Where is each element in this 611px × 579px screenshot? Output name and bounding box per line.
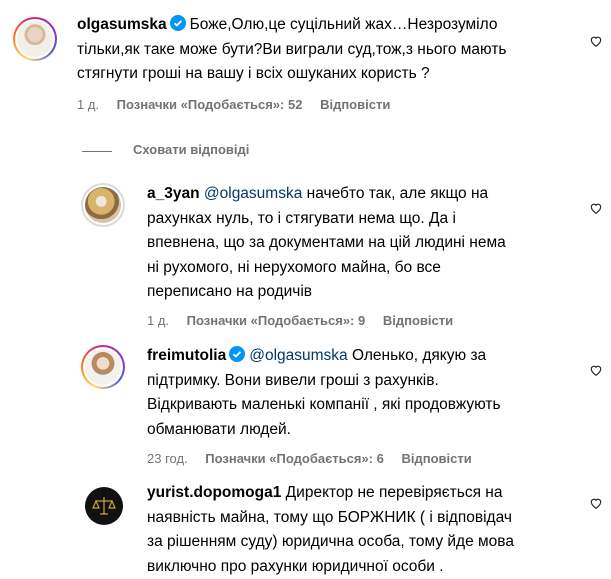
avatar (17, 21, 53, 57)
divider (82, 151, 112, 152)
comment-text: стягнути гроші на вашу і всіх ошуканих к… (77, 65, 430, 82)
heart-icon[interactable] (589, 363, 603, 377)
comment-text: Відкривають маленькі компанії , які прод… (147, 396, 501, 413)
comment-text: обманювати людей. (147, 420, 291, 438)
heart-icon[interactable] (589, 34, 603, 48)
comment-username[interactable]: freimutolia (147, 347, 226, 364)
comment-text: Директор не перевіряється на (285, 484, 503, 501)
mention-link[interactable]: @olgasumska (249, 347, 347, 364)
comment-username[interactable]: a_3yan (147, 185, 200, 202)
likes-count[interactable]: Позначки «Подобається»: 52 (117, 97, 303, 112)
heart-icon[interactable] (589, 201, 603, 215)
verified-badge-icon (169, 15, 186, 31)
verified-badge-icon (229, 346, 246, 362)
comment-text: тільки,як таке може бути?Ви виграли суд,… (77, 40, 507, 58)
likes-count[interactable]: Позначки «Подобається»: 6 (205, 451, 384, 466)
comment-time[interactable]: 1 д. (77, 97, 99, 112)
comment-text: виключно про рахунки юридичної особи . (147, 557, 444, 575)
comment-username[interactable]: yurist.dopomoga1 (147, 484, 281, 501)
reply-button[interactable]: Відповісти (320, 97, 390, 112)
comment-text: рахунках нуль, то і стягувати нема що. Д… (147, 209, 456, 227)
comment-text: начебто так, але якщо на (306, 185, 489, 202)
scales-icon (92, 497, 116, 515)
reply-button[interactable]: Відповісти (383, 313, 453, 328)
comment-text: наявність майна, тому що БОРЖНИК ( і від… (147, 508, 512, 526)
likes-count[interactable]: Позначки «Подобається»: 9 (187, 313, 366, 328)
comment-text: переписано на родичів (147, 283, 313, 300)
comment-username[interactable]: olgasumska (77, 16, 167, 33)
avatar-ring[interactable] (13, 17, 57, 61)
avatar-ring[interactable] (81, 345, 125, 389)
reply-button[interactable]: Відповісти (401, 451, 471, 466)
heart-icon[interactable] (589, 496, 603, 510)
avatar (85, 187, 121, 223)
comment-text: Боже,Олю,це суцільний жах…Незрозуміло (189, 16, 498, 33)
comment-text: впевнена, що за документами на цій людин… (147, 234, 506, 251)
comment-text: за рішенням суду) юридична особа, тому й… (147, 533, 514, 550)
comment-text: підтримку. Вони вивели гроші з рахунків. (147, 371, 439, 389)
mention-link[interactable]: @olgasumska (204, 185, 302, 202)
avatar-ring[interactable] (81, 183, 125, 227)
hide-replies-button[interactable]: Сховати відповіді (133, 142, 249, 157)
comment-time[interactable]: 1 д. (147, 313, 169, 328)
comment-time[interactable]: 23 год. (147, 451, 188, 466)
comment-text: ні рухомого, ні нерухомого майна, бо все (147, 258, 441, 276)
avatar[interactable] (85, 487, 123, 525)
avatar (85, 349, 121, 385)
comment-text: Оленько, дякую за (352, 347, 487, 364)
